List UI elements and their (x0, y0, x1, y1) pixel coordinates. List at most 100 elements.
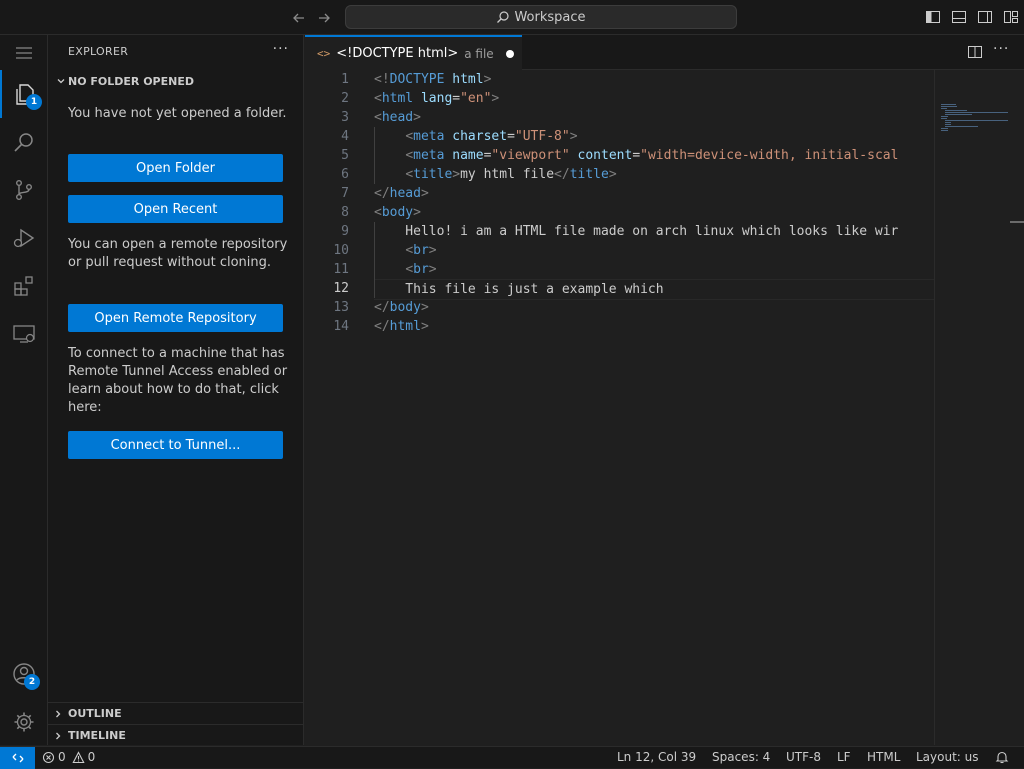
line-number: 6 (341, 167, 349, 182)
open-recent-button[interactable]: Open Recent (68, 195, 283, 223)
line-number: 12 (333, 281, 349, 296)
toggle-primary-sidebar-icon[interactable] (925, 9, 941, 25)
indent-guide (374, 146, 375, 165)
unsaved-dot-icon[interactable] (505, 49, 514, 58)
minimap-line (941, 116, 948, 117)
sidebar-explorer: EXPLORER ··· NO FOLDER OPENED You have n… (48, 35, 304, 745)
problems-indicator[interactable]: 0 0 (42, 750, 95, 764)
activity-bar: 1 2 (0, 35, 48, 745)
minimap-line (945, 110, 967, 111)
search-view-icon[interactable] (0, 118, 48, 166)
no-folder-title: NO FOLDER OPENED (68, 74, 194, 88)
no-folder-section-header[interactable]: NO FOLDER OPENED (54, 72, 302, 90)
code-line[interactable]: 5 <meta name="viewport" content="width=d… (305, 146, 934, 165)
remote-indicator-icon[interactable] (0, 747, 35, 769)
line-content: <head> (374, 110, 421, 125)
code-line[interactable]: 6 <title>my html file</title> (305, 165, 934, 184)
line-content: This file is just a example which (374, 279, 934, 300)
line-number: 4 (341, 129, 349, 144)
chevron-right-icon (48, 731, 68, 741)
indent-guide (374, 222, 375, 241)
remote-message: You can open a remote repository or pull… (68, 237, 288, 270)
menu-icon[interactable] (0, 35, 48, 71)
minimap-line (945, 122, 951, 123)
code-line[interactable]: 12 This file is just a example which (305, 279, 934, 300)
split-editor-icon[interactable] (967, 44, 983, 60)
keyboard-layout[interactable]: Layout: us (916, 750, 979, 764)
minimap-line (941, 106, 957, 107)
minimap-line (945, 114, 972, 115)
code-line[interactable]: 4 <meta charset="UTF-8"> (305, 127, 934, 146)
toggle-panel-icon[interactable] (951, 9, 967, 25)
code-line[interactable]: 3 <head> (305, 108, 934, 127)
forward-arrow-icon[interactable] (314, 8, 334, 28)
extensions-icon[interactable] (0, 262, 48, 310)
line-content: <br> (405, 262, 437, 277)
warning-count: 0 (87, 750, 96, 764)
tab-untitled-html[interactable]: <> <!DOCTYPE html> a file (305, 35, 522, 70)
code-line[interactable]: 11 <br> (305, 260, 934, 279)
minimap-line (941, 104, 956, 105)
line-content: </body> (374, 300, 429, 315)
editor-tabs: <> <!DOCTYPE html> a file ··· (305, 35, 1024, 70)
minimap-line (941, 108, 947, 109)
minimap-line (945, 124, 951, 125)
encoding[interactable]: UTF-8 (786, 750, 821, 764)
language-mode[interactable]: HTML (867, 750, 900, 764)
bell-icon[interactable] (995, 750, 1009, 764)
minimap-line (941, 130, 948, 131)
indent-guide (374, 127, 375, 146)
minimap[interactable] (934, 70, 1012, 745)
code-line[interactable]: 13 </body> (305, 298, 934, 317)
indent-guide (374, 279, 375, 298)
code-line[interactable]: 1 <!DOCTYPE html> (305, 70, 934, 89)
more-actions-icon[interactable]: ··· (273, 41, 289, 57)
open-folder-button[interactable]: Open Folder (68, 154, 283, 182)
warning-icon (72, 750, 85, 764)
line-content: <html lang="en"> (374, 91, 500, 106)
code-line[interactable]: 10 <br> (305, 241, 934, 260)
gear-icon[interactable] (0, 698, 48, 746)
cursor-position[interactable]: Ln 12, Col 39 (617, 750, 696, 764)
line-content: <meta charset="UTF-8"> (405, 129, 578, 144)
indentation[interactable]: Spaces: 4 (712, 750, 770, 764)
line-content: <title>my html file</title> (405, 167, 617, 182)
code-line[interactable]: 9 Hello! i am a HTML file made on arch l… (305, 222, 934, 241)
code-line[interactable]: 8 <body> (305, 203, 934, 222)
line-content: </head> (374, 186, 429, 201)
timeline-title: TIMELINE (68, 729, 126, 742)
outline-section-header[interactable]: OUTLINE (48, 702, 303, 724)
line-number: 8 (341, 205, 349, 220)
code-line[interactable]: 14 </html> (305, 317, 934, 336)
end-of-line[interactable]: LF (837, 750, 851, 764)
line-content: <body> (374, 205, 421, 220)
line-content: <br> (405, 243, 437, 258)
line-number: 7 (341, 186, 349, 201)
explorer-badge: 1 (26, 94, 42, 110)
run-debug-icon[interactable] (0, 214, 48, 262)
command-center-search[interactable]: Workspace (345, 5, 737, 29)
connect-to-tunnel-button[interactable]: Connect to Tunnel... (68, 431, 283, 459)
back-arrow-icon[interactable] (289, 8, 309, 28)
indent-guide (374, 241, 375, 260)
explorer-title: EXPLORER (68, 45, 129, 58)
customize-layout-icon[interactable] (1003, 9, 1019, 25)
line-number: 13 (333, 300, 349, 315)
code-editor[interactable]: 1 <!DOCTYPE html> 2 <html lang="en"> 3 <head>… (305, 70, 934, 336)
editor-more-actions-icon[interactable]: ··· (993, 41, 1009, 57)
line-content: <!DOCTYPE html> (374, 72, 492, 87)
tab-description: a file (464, 46, 494, 61)
accounts-icon[interactable]: 2 (0, 650, 48, 698)
outline-title: OUTLINE (68, 707, 122, 720)
line-number: 9 (341, 224, 349, 239)
explorer-icon[interactable]: 1 (0, 70, 48, 118)
source-control-icon[interactable] (0, 166, 48, 214)
toggle-secondary-sidebar-icon[interactable] (977, 9, 993, 25)
code-line[interactable]: 7 </head> (305, 184, 934, 203)
status-bar: 0 0 Ln 12, Col 39 Spaces: 4 UTF-8 LF HTM… (0, 746, 1024, 769)
line-content: Hello! i am a HTML file made on arch lin… (374, 224, 899, 239)
remote-explorer-icon[interactable] (0, 310, 48, 358)
open-remote-repository-button[interactable]: Open Remote Repository (68, 304, 283, 332)
timeline-section-header[interactable]: TIMELINE (48, 724, 303, 746)
code-line[interactable]: 2 <html lang="en"> (305, 89, 934, 108)
